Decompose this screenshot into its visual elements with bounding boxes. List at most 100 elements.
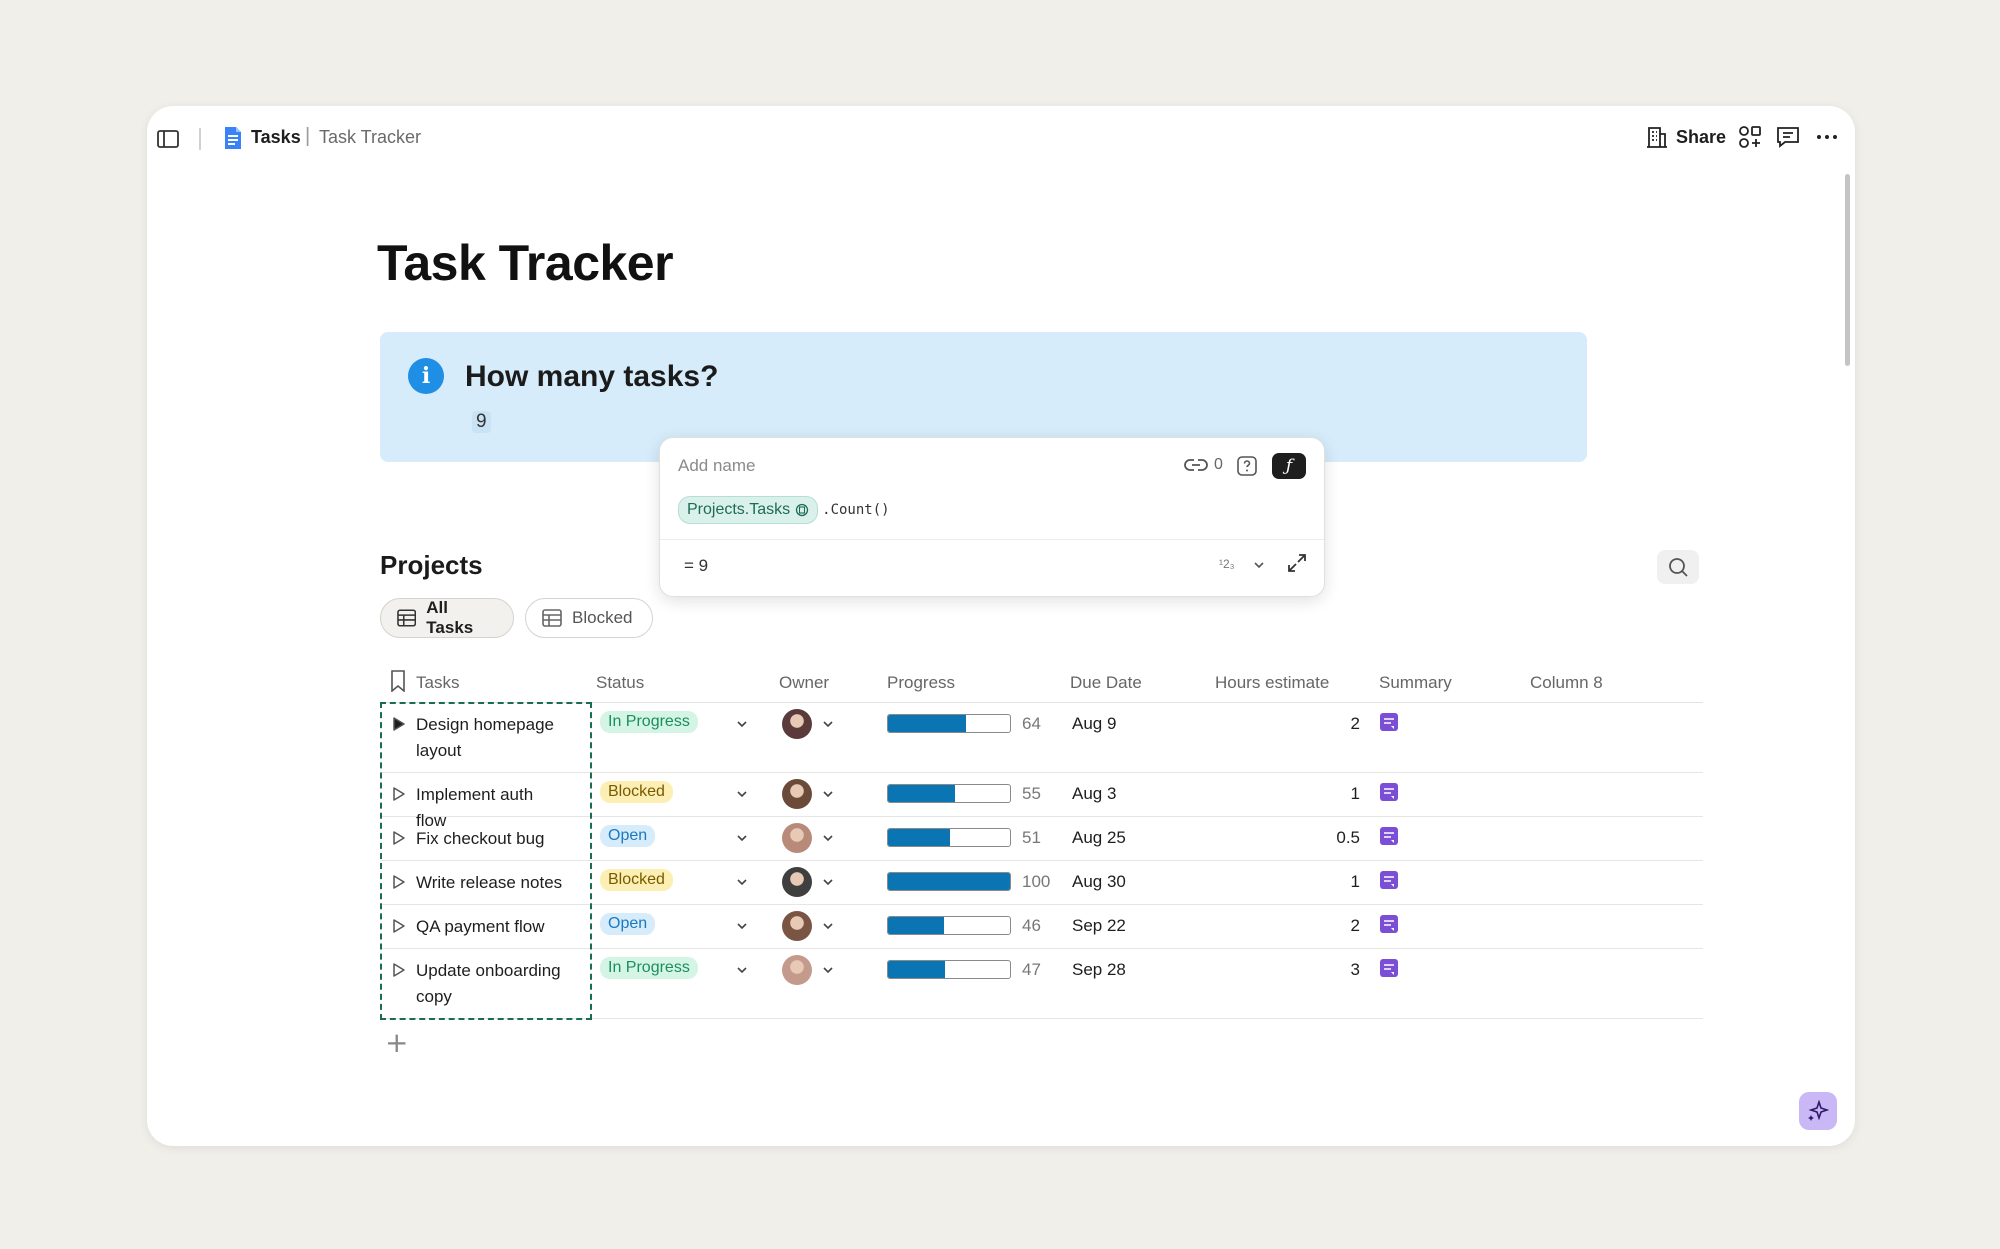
chevron-down-icon[interactable] bbox=[822, 789, 834, 799]
formula-editor[interactable]: Projects.Tasks .Count() bbox=[678, 496, 890, 524]
table-row[interactable]: Update onboarding copy In Progress 47 Sep 2… bbox=[380, 948, 1703, 1019]
hours-estimate-cell[interactable]: 2 bbox=[1280, 916, 1360, 936]
table-row[interactable]: Implement auth flow Blocked 55 Aug 31 bbox=[380, 772, 1703, 830]
chevron-down-icon[interactable] bbox=[822, 965, 834, 975]
avatar[interactable] bbox=[782, 955, 812, 985]
progress-bar[interactable] bbox=[887, 784, 1011, 803]
status-badge[interactable]: Blocked bbox=[600, 781, 673, 803]
progress-bar[interactable] bbox=[887, 828, 1011, 847]
expand-arrow-icon[interactable] bbox=[392, 830, 406, 846]
column-header-summary[interactable]: Summary bbox=[1379, 673, 1452, 693]
status-badge[interactable]: Blocked bbox=[600, 869, 673, 891]
chevron-down-icon[interactable] bbox=[822, 833, 834, 843]
summary-icon[interactable] bbox=[1379, 712, 1399, 732]
expand-arrow-icon[interactable] bbox=[392, 962, 406, 978]
avatar[interactable] bbox=[782, 911, 812, 941]
status-badge[interactable]: In Progress bbox=[600, 957, 698, 979]
column-header-owner[interactable]: Owner bbox=[779, 673, 829, 693]
summary-icon[interactable] bbox=[1379, 782, 1399, 802]
view-tab-blocked[interactable]: Blocked bbox=[525, 598, 653, 638]
avatar[interactable] bbox=[782, 709, 812, 739]
number-format-icon[interactable]: ¹2₃ bbox=[1219, 557, 1235, 571]
progress-bar[interactable] bbox=[887, 872, 1011, 891]
apps-icon[interactable] bbox=[1737, 124, 1763, 150]
chevron-down-icon[interactable] bbox=[1252, 558, 1266, 572]
formula-name-input[interactable]: Add name bbox=[678, 456, 756, 476]
due-date-cell[interactable]: Aug 3 bbox=[1072, 784, 1116, 804]
task-name-cell[interactable]: Design homepage layout bbox=[416, 712, 566, 764]
task-name-cell[interactable]: Write release notes bbox=[416, 870, 566, 896]
fullscreen-icon[interactable] bbox=[1286, 552, 1308, 574]
add-row-button[interactable]: + bbox=[385, 1026, 408, 1059]
chevron-down-icon[interactable] bbox=[736, 877, 748, 887]
expand-arrow-icon[interactable] bbox=[392, 918, 406, 934]
breadcrumb-page[interactable]: Task Tracker bbox=[319, 127, 421, 148]
expand-arrow-icon[interactable] bbox=[392, 786, 406, 802]
task-name-cell[interactable]: Update onboarding copy bbox=[416, 958, 566, 1010]
column-header-hours-estimate[interactable]: Hours estimate bbox=[1215, 673, 1329, 693]
chevron-down-icon[interactable] bbox=[822, 921, 834, 931]
column-header-column-8[interactable]: Column 8 bbox=[1530, 673, 1603, 693]
status-badge[interactable]: In Progress bbox=[600, 711, 698, 733]
avatar[interactable] bbox=[782, 867, 812, 897]
chevron-down-icon[interactable] bbox=[736, 833, 748, 843]
progress-bar[interactable] bbox=[887, 960, 1011, 979]
formula-references[interactable]: 0 bbox=[1184, 456, 1223, 474]
hours-estimate-cell[interactable]: 2 bbox=[1280, 714, 1360, 734]
table-row[interactable]: Write release notes Blocked 100 Aug 30 1 bbox=[380, 860, 1703, 905]
chevron-down-icon[interactable] bbox=[736, 719, 748, 729]
projects-heading[interactable]: Projects bbox=[380, 550, 483, 581]
comment-icon[interactable] bbox=[1775, 124, 1801, 150]
progress-bar[interactable] bbox=[887, 714, 1011, 733]
expand-arrow-icon[interactable] bbox=[392, 874, 406, 890]
avatar[interactable] bbox=[782, 779, 812, 809]
hours-estimate-cell[interactable]: 1 bbox=[1280, 872, 1360, 892]
page-title[interactable]: Task Tracker bbox=[377, 234, 674, 292]
due-date-cell[interactable]: Sep 28 bbox=[1072, 960, 1126, 980]
hours-estimate-cell[interactable]: 1 bbox=[1280, 784, 1360, 804]
callout-formula-value[interactable]: 9 bbox=[472, 411, 491, 433]
chevron-down-icon[interactable] bbox=[822, 719, 834, 729]
formula-table-reference[interactable]: Projects.Tasks bbox=[678, 496, 819, 524]
hours-estimate-cell[interactable]: 3 bbox=[1280, 960, 1360, 980]
expand-arrow-icon[interactable] bbox=[392, 716, 406, 732]
task-name-cell[interactable]: QA payment flow bbox=[416, 914, 566, 940]
summary-icon[interactable] bbox=[1379, 870, 1399, 890]
status-badge[interactable]: Open bbox=[600, 825, 656, 847]
breadcrumb-doc[interactable]: Tasks bbox=[251, 127, 301, 148]
top-bar: Tasks | Task Tracker Share bbox=[147, 106, 1855, 170]
chevron-down-icon[interactable] bbox=[736, 921, 748, 931]
table-row[interactable]: Design homepage layout In Progress 64 Aug 9… bbox=[380, 702, 1703, 773]
column-header-tasks[interactable]: Tasks bbox=[416, 673, 459, 693]
summary-icon[interactable] bbox=[1379, 914, 1399, 934]
vertical-scrollbar[interactable] bbox=[1845, 174, 1850, 366]
summary-icon[interactable] bbox=[1379, 958, 1399, 978]
chevron-down-icon[interactable] bbox=[736, 789, 748, 799]
help-icon[interactable] bbox=[1236, 455, 1258, 477]
more-icon[interactable] bbox=[1814, 124, 1840, 150]
table-search-button[interactable] bbox=[1657, 550, 1699, 584]
due-date-cell[interactable]: Sep 22 bbox=[1072, 916, 1126, 936]
task-name-cell[interactable]: Fix checkout bug bbox=[416, 826, 566, 852]
view-tab-all-tasks[interactable]: All Tasks bbox=[380, 598, 514, 638]
progress-bar[interactable] bbox=[887, 916, 1011, 935]
due-date-cell[interactable]: Aug 25 bbox=[1072, 828, 1126, 848]
formula-mode-button[interactable]: ƒ bbox=[1272, 453, 1306, 479]
summary-icon[interactable] bbox=[1379, 826, 1399, 846]
column-header-due-date[interactable]: Due Date bbox=[1070, 673, 1142, 693]
status-badge[interactable]: Open bbox=[600, 913, 656, 935]
chevron-down-icon[interactable] bbox=[822, 877, 834, 887]
info-icon: i bbox=[408, 358, 444, 394]
share-button[interactable]: Share bbox=[1645, 120, 1726, 154]
hours-estimate-cell[interactable]: 0.5 bbox=[1280, 828, 1360, 848]
avatar[interactable] bbox=[782, 823, 812, 853]
due-date-cell[interactable]: Aug 9 bbox=[1072, 714, 1116, 734]
ai-assistant-button[interactable] bbox=[1799, 1092, 1837, 1130]
sidebar-toggle-icon[interactable] bbox=[157, 130, 179, 148]
table-row[interactable]: QA payment flow Open 46 Sep 22 2 bbox=[380, 904, 1703, 949]
table-row[interactable]: Fix checkout bug Open 51 Aug 25 0.5 bbox=[380, 816, 1703, 861]
due-date-cell[interactable]: Aug 30 bbox=[1072, 872, 1126, 892]
column-header-status[interactable]: Status bbox=[596, 673, 644, 693]
chevron-down-icon[interactable] bbox=[736, 965, 748, 975]
column-header-progress[interactable]: Progress bbox=[887, 673, 955, 693]
